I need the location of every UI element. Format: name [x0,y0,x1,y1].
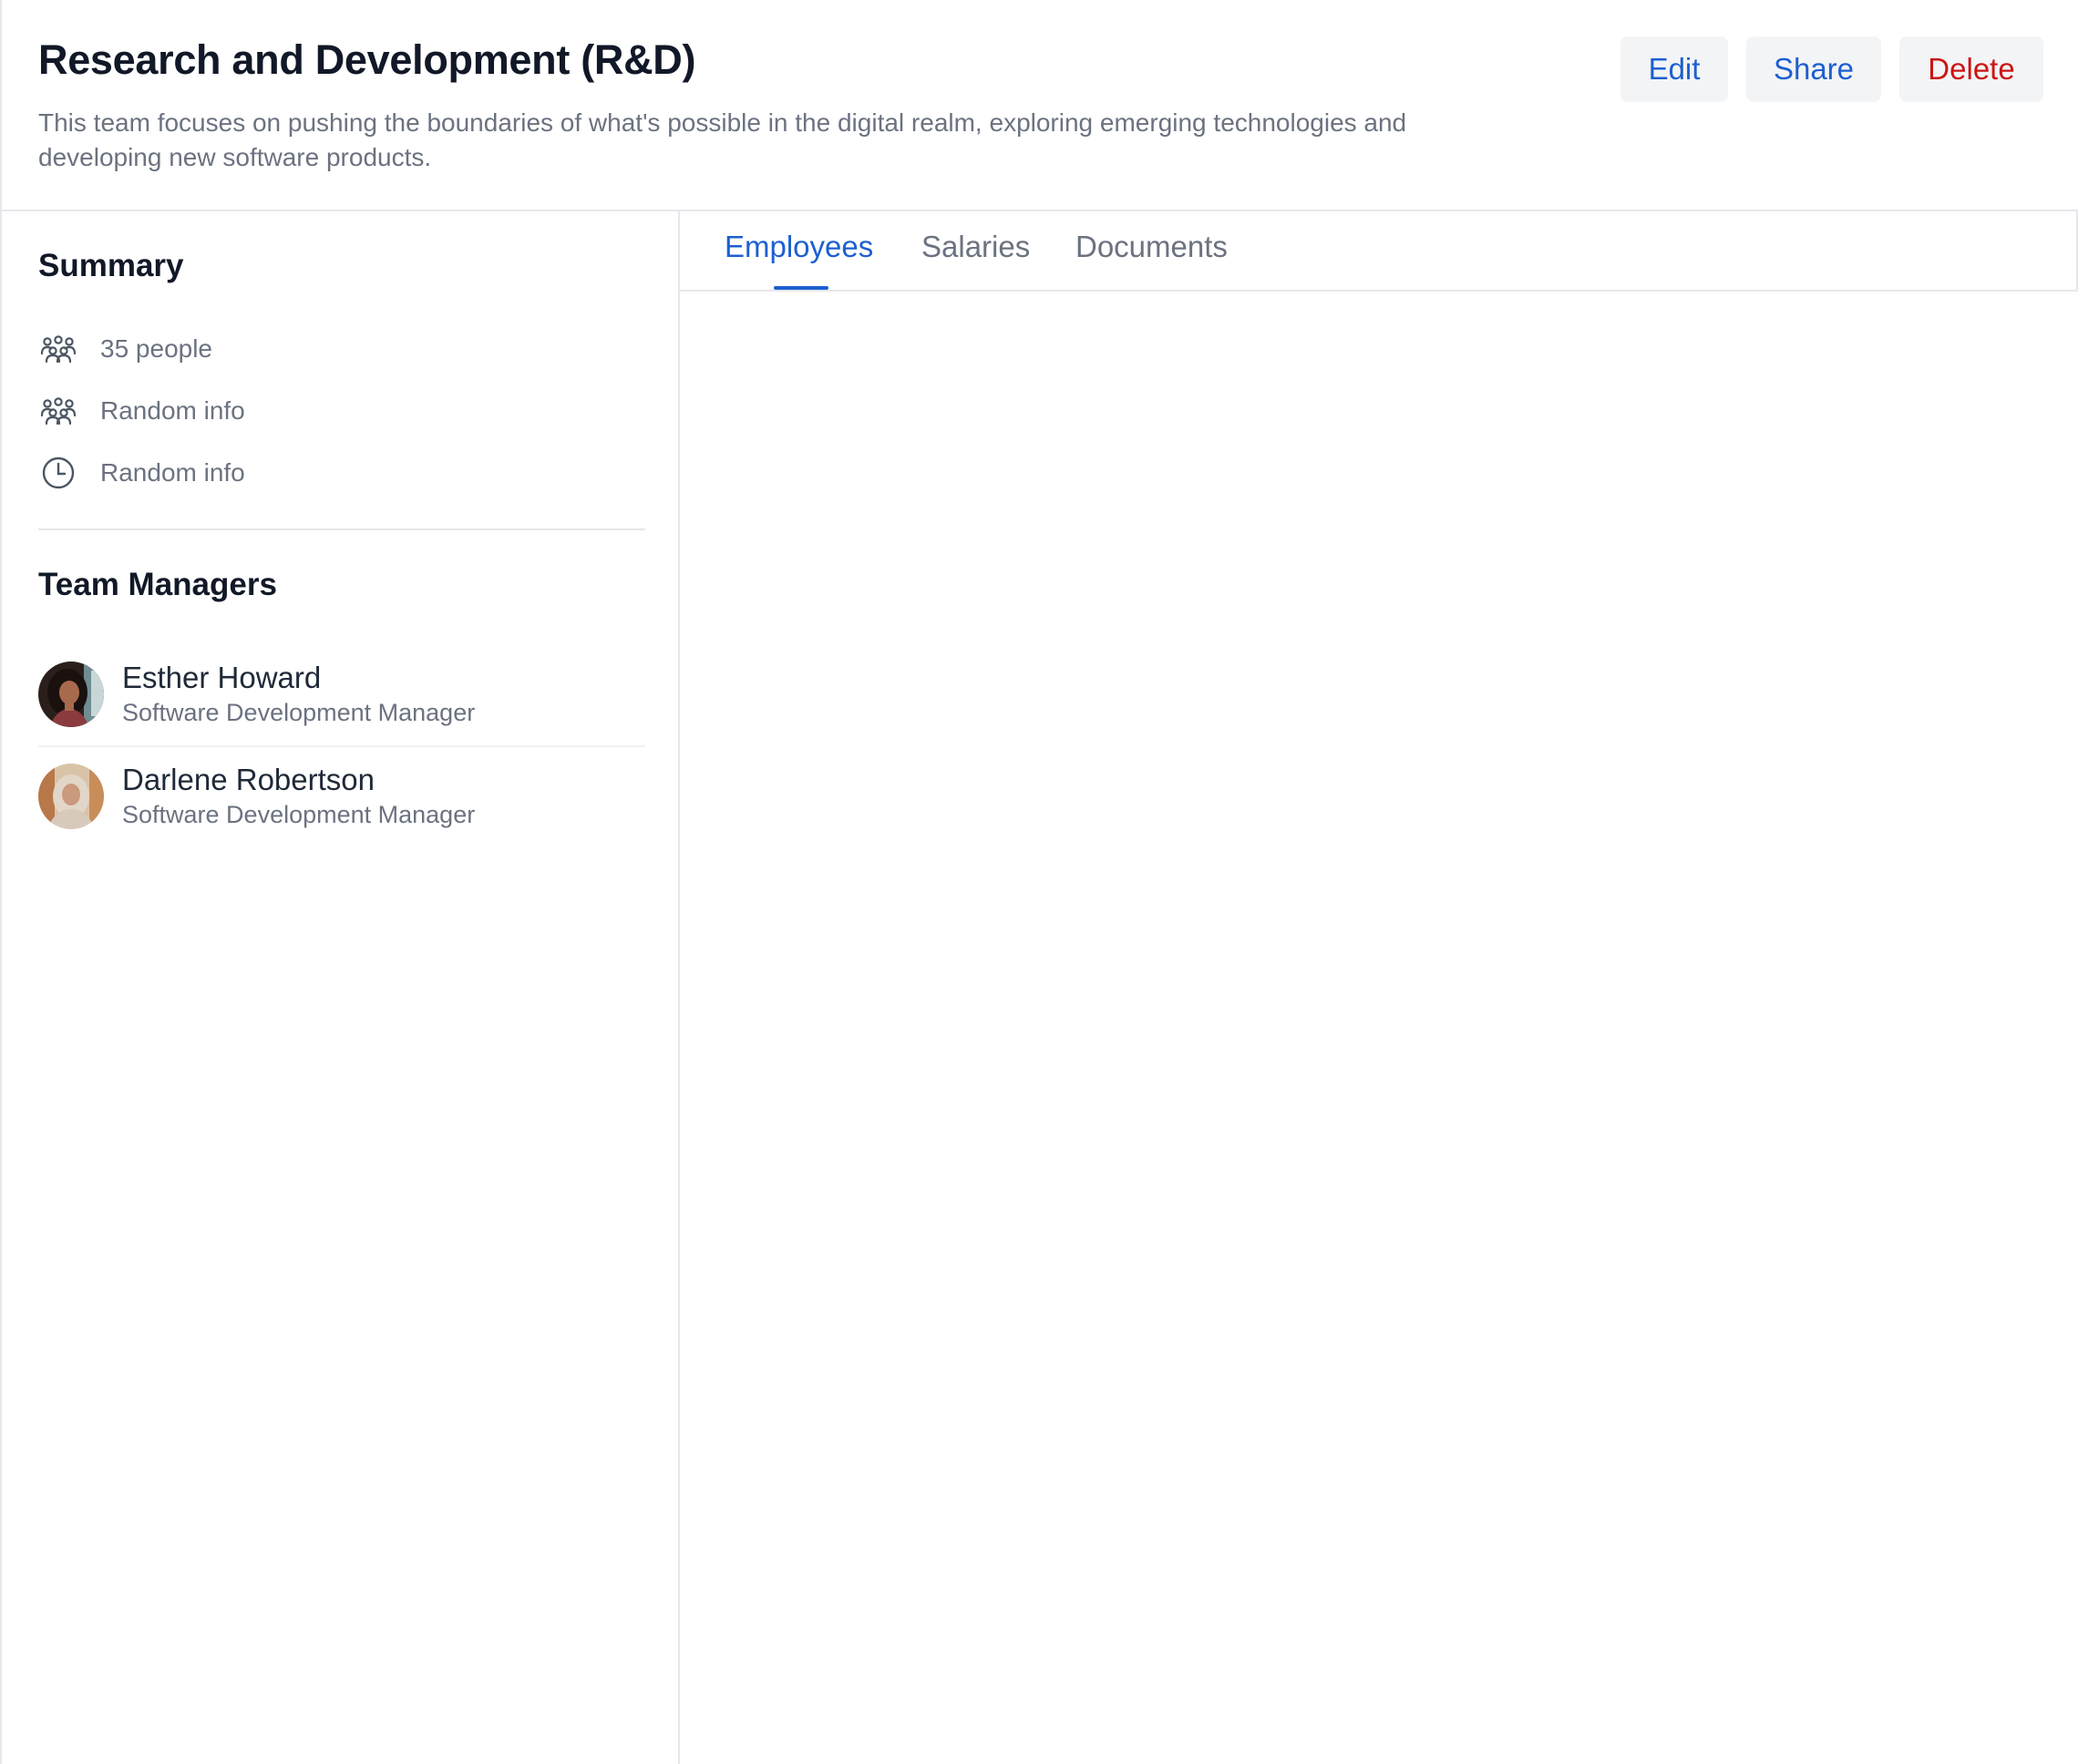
team-description: This team focuses on pushing the boundar… [38,108,1407,171]
header-actions: Edit Share Delete [1620,36,2043,102]
manager-name: Darlene Robertson [122,763,375,796]
avatar [38,662,104,727]
summary-title: Summary [38,248,184,283]
manager-item[interactable]: Esther Howard Software Development Manag… [38,649,645,740]
manager-name: Esther Howard [122,661,322,694]
summary-item-label: Random info [100,458,245,487]
delete-button[interactable]: Delete [1899,36,2043,102]
manager-info: Darlene Robertson Software Development M… [122,762,475,831]
edit-button[interactable]: Edit [1620,36,1728,102]
manager-info: Esther Howard Software Development Manag… [122,660,475,729]
main-content: Employees Salaries Documents [680,211,2078,1764]
tab-bar: Employees Salaries Documents [680,211,2078,292]
active-tab-indicator [774,286,828,290]
page-title: Research and Development (R&D) [38,36,696,83]
team-sidebar: Summary 35 people Random info Random inf… [0,211,680,1764]
manager-role: Software Development Manager [122,699,476,726]
team-header: Research and Development (R&D) This team… [0,0,2078,211]
list-divider [38,745,645,747]
manager-role: Software Development Manager [122,801,476,828]
summary-item-time: Random info [38,453,245,493]
summary-item-label: 35 people [100,334,213,363]
summary-item-info: Random info [38,391,245,431]
team-detail-page: Research and Development (R&D) This team… [0,0,2078,1764]
clock-icon [38,453,78,493]
share-button[interactable]: Share [1746,36,1881,102]
tab-documents[interactable]: Documents [1075,230,1228,264]
team-managers-title: Team Managers [38,567,277,602]
tab-panel [680,292,2078,1764]
tab-employees[interactable]: Employees [725,230,873,264]
manager-item[interactable]: Darlene Robertson Software Development M… [38,751,645,842]
avatar [38,764,104,829]
summary-item-people: 35 people [38,329,212,369]
tab-salaries[interactable]: Salaries [921,230,1030,264]
users-group-icon [38,329,78,369]
summary-item-label: Random info [100,396,245,425]
users-group-icon [38,391,78,431]
section-divider [38,528,645,530]
